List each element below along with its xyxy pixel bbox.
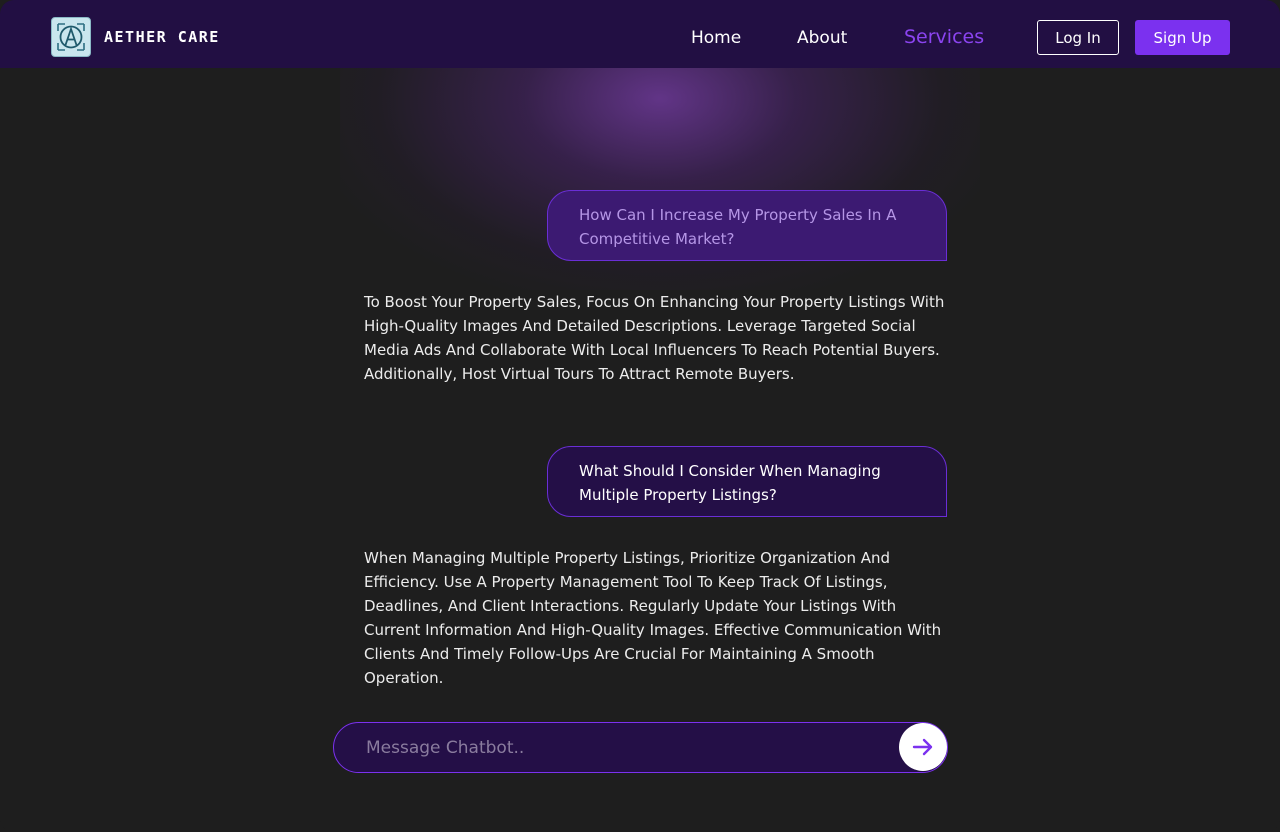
- message-input[interactable]: [364, 723, 888, 773]
- bot-response: When Managing Multiple Property Listings…: [364, 549, 942, 687]
- brand-name[interactable]: AETHER CARE: [104, 28, 220, 46]
- nav-services-link[interactable]: Services: [904, 26, 984, 48]
- page: AETHER CARE Home About Services Log In S…: [0, 0, 1280, 832]
- send-button[interactable]: [899, 723, 947, 771]
- nav-about-link[interactable]: About: [797, 27, 847, 49]
- message-composer: [333, 722, 948, 773]
- top-navbar: AETHER CARE Home About Services Log In S…: [0, 0, 1280, 68]
- arrow-right-icon: [912, 738, 933, 756]
- login-button[interactable]: Log In: [1037, 20, 1119, 55]
- nav-home-link[interactable]: Home: [691, 27, 741, 49]
- user-message-bubble: How Can I Increase My Property Sales In …: [547, 190, 947, 261]
- signup-button[interactable]: Sign Up: [1135, 20, 1230, 55]
- user-message-bubble: What Should I Consider When Managing Mul…: [547, 446, 947, 517]
- aether-care-logo-icon[interactable]: [51, 17, 91, 57]
- bot-response: To Boost Your Property Sales, Focus On E…: [364, 293, 945, 383]
